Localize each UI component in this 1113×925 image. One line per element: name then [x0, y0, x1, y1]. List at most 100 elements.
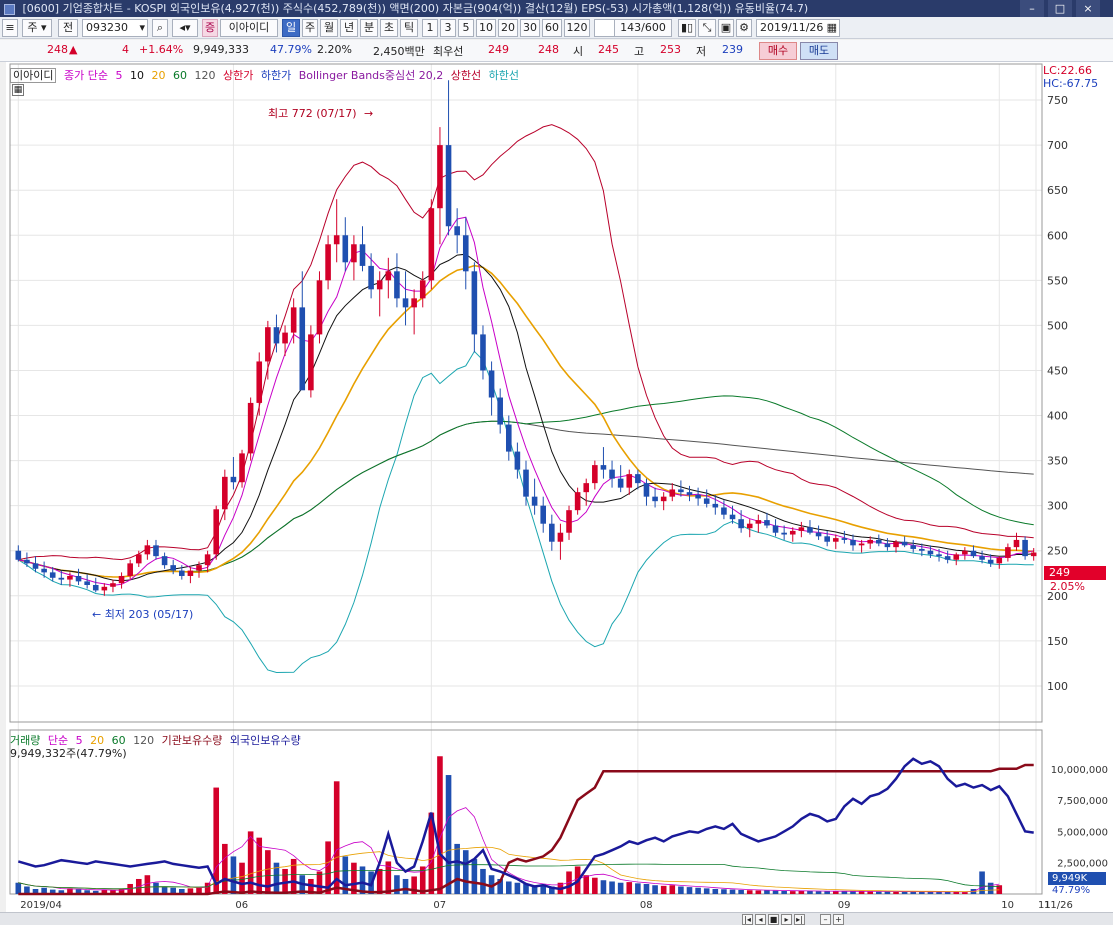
legend-upper-band[interactable]: 상한선: [451, 69, 481, 82]
sell-button[interactable]: 매도: [800, 42, 838, 60]
chevron-down-icon[interactable]: ▾: [139, 20, 145, 36]
save-icon[interactable]: ▣: [718, 19, 734, 37]
candle-body: [738, 519, 744, 529]
legend-stock-name[interactable]: 이아이디: [10, 68, 57, 83]
legend-vol120[interactable]: 120: [133, 734, 154, 747]
candle-body: [75, 575, 82, 582]
volume-bar: [462, 850, 469, 894]
scroll-prev-icon[interactable]: ◂: [755, 914, 766, 925]
last-price-pct: 2.05%: [1050, 580, 1085, 593]
period-minute-tab[interactable]: 분: [360, 19, 378, 37]
period-day-tab[interactable]: 일: [282, 19, 300, 37]
chart-area[interactable]: 100 150 200 250 300 350 400 450 500 550 600 650 700 7…: [6, 62, 1113, 925]
stock-code-input[interactable]: 093230 ▾: [82, 19, 148, 37]
interval-20-button[interactable]: 20: [498, 19, 518, 37]
candle-body: [764, 520, 770, 526]
maximize-icon[interactable]: □: [1048, 0, 1072, 17]
legend-ma20[interactable]: 20: [151, 69, 165, 82]
minimize-icon[interactable]: –: [1020, 0, 1044, 17]
candle-body: [712, 503, 719, 508]
legend-upper-limit[interactable]: 상한가: [223, 69, 253, 82]
chart-scrollbar[interactable]: |◂ ◂ ■ ▸ ▸| – +: [0, 912, 1113, 925]
prev-prefix-button[interactable]: 전: [58, 19, 78, 37]
volume-bar: [729, 889, 736, 894]
bar-count[interactable]: 143/600: [614, 19, 672, 37]
interval-1-button[interactable]: 1: [422, 19, 438, 37]
period-month-tab[interactable]: 월: [320, 19, 338, 37]
candle-body: [428, 208, 435, 281]
market-select[interactable]: 주 ▾: [22, 19, 52, 37]
legend-bollinger[interactable]: Bollinger Bands중심선 20,2: [299, 69, 444, 82]
volume-bar: [247, 831, 254, 894]
candle-body: [772, 525, 779, 533]
legend-price-label[interactable]: 종가 단순: [64, 69, 108, 82]
period-tick-tab[interactable]: 틱: [400, 19, 418, 37]
interval-5-button[interactable]: 5: [458, 19, 474, 37]
ma20-line: [18, 264, 1034, 578]
close-icon[interactable]: ×: [1076, 0, 1100, 17]
volume-bar: [153, 882, 159, 894]
interval-60-button[interactable]: 60: [542, 19, 562, 37]
scroll-next-icon[interactable]: ▸: [781, 914, 792, 925]
moving-averages: [18, 216, 1034, 586]
buy-button[interactable]: 매수: [759, 42, 797, 60]
date-tick-label: 09: [838, 900, 851, 911]
legend-lower-limit[interactable]: 하한가: [261, 69, 291, 82]
candle-body: [497, 397, 503, 425]
volume-bar: [505, 881, 512, 894]
interval-30-button[interactable]: 30: [520, 19, 540, 37]
legend-inst-holding[interactable]: 기관보유수량: [162, 734, 223, 747]
candle-body: [67, 575, 73, 580]
candle-body: [953, 554, 960, 560]
speaker-icon[interactable]: ◂▾: [172, 19, 198, 37]
period-year-tab[interactable]: 년: [340, 19, 358, 37]
candle-body: [789, 530, 796, 535]
volume-bar: [815, 891, 822, 894]
candle-body: [531, 496, 538, 506]
legend-ma5[interactable]: 5: [115, 69, 122, 82]
volume-bar: [764, 890, 770, 894]
market-label: 주: [27, 21, 38, 34]
price-tick-label: 250: [1047, 545, 1068, 558]
legend-foreign-holding[interactable]: 외국인보유수량: [230, 734, 301, 747]
drawing-tool-icon[interactable]: ⤡: [698, 19, 716, 37]
search-icon[interactable]: ⌕: [152, 19, 168, 37]
candle-body: [583, 483, 590, 493]
legend-ma60[interactable]: 60: [173, 69, 187, 82]
scroll-pause-icon[interactable]: ■: [768, 914, 779, 925]
legend-lower-band[interactable]: 하한선: [489, 69, 519, 82]
scroll-first-icon[interactable]: |◂: [742, 914, 753, 925]
bollinger-bands: [18, 124, 1034, 674]
price-tick-label: 550: [1047, 274, 1068, 287]
open-price: 245: [598, 43, 619, 56]
volume-bar: [721, 889, 727, 894]
candle-body: [858, 543, 865, 546]
gear-icon[interactable]: ⚙: [736, 19, 752, 37]
menu-icon[interactable]: ≡: [2, 19, 18, 37]
interval-10-button[interactable]: 10: [476, 19, 496, 37]
interval-120-button[interactable]: 120: [564, 19, 590, 37]
candle-body: [359, 244, 366, 266]
volume-bar: [454, 843, 460, 894]
zoom-out-icon[interactable]: –: [820, 914, 831, 925]
legend-ma120[interactable]: 120: [194, 69, 215, 82]
date-input[interactable]: 2019/11/26 ▦: [756, 19, 840, 37]
period-second-tab[interactable]: 초: [380, 19, 398, 37]
volume-bar: [910, 891, 917, 894]
zoom-in-icon[interactable]: +: [833, 914, 844, 925]
legend-ma10[interactable]: 10: [130, 69, 144, 82]
lc-value: LC:22.66: [1043, 64, 1093, 77]
candle-body: [643, 483, 650, 497]
scroll-last-icon[interactable]: ▸|: [794, 914, 805, 925]
price-chart-svg[interactable]: 1001502002503003504004505005506006507007…: [6, 62, 1113, 912]
period-week-tab[interactable]: 주: [302, 19, 318, 37]
interval-3-button[interactable]: 3: [440, 19, 456, 37]
candle-body: [118, 575, 125, 584]
candle-type-icon[interactable]: ▮▯: [678, 19, 696, 37]
candle-body: [574, 492, 581, 511]
data-table-icon[interactable]: ▦: [12, 84, 24, 96]
candle-body: [1030, 552, 1037, 557]
calendar-icon[interactable]: ▦: [827, 20, 837, 36]
candle-body: [462, 235, 469, 272]
candle-body: [850, 539, 856, 546]
